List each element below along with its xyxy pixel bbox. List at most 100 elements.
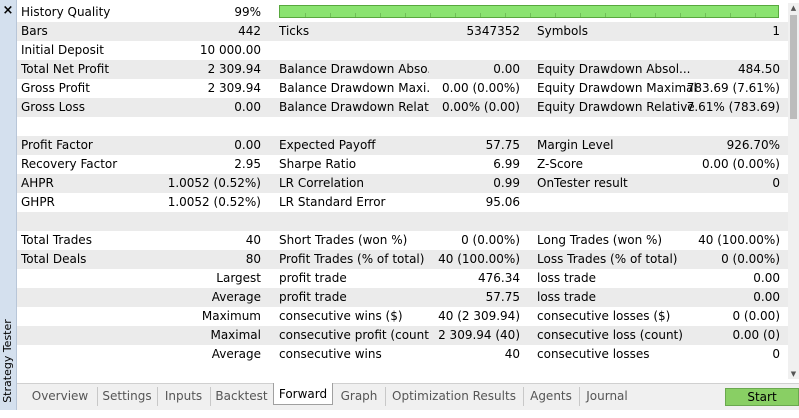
cell-value-2: 0.00 bbox=[493, 62, 520, 76]
tab-settings[interactable]: Settings bbox=[97, 387, 158, 406]
cell-value-3: 1 bbox=[772, 24, 780, 38]
panel-title: Strategy Tester bbox=[1, 319, 14, 403]
tab-bar: Overview Settings Inputs Backtest Forward Gra… bbox=[17, 383, 799, 410]
report-grid: History Quality 99% Bars 442 Ticks 5347352 S… bbox=[17, 3, 788, 364]
quality-bar-tick bbox=[680, 13, 681, 17]
cell-value-3: 0.00 bbox=[753, 271, 780, 285]
table-row: Maximum consecutive wins ($) 40 (2 309.94)… bbox=[17, 307, 788, 326]
cell-value-2: 95.06 bbox=[485, 195, 520, 209]
quality-bar-tick bbox=[530, 13, 531, 17]
table-row: Total Deals 80 Profit Trades (% of total) 4… bbox=[17, 250, 788, 269]
history-quality-fill bbox=[280, 6, 774, 17]
table-row: Bars 442 Ticks 5347352 Symbols 1 bbox=[17, 22, 788, 41]
cell-value-2: 57.75 bbox=[485, 138, 520, 152]
scroll-down-icon[interactable]: ▼ bbox=[788, 369, 799, 379]
cell-value-3: 484.50 bbox=[738, 62, 780, 76]
table-row: Profit Factor 0.00 Expected Payoff 57.75 Mar… bbox=[17, 136, 788, 155]
tab-overview[interactable]: Overview bbox=[23, 387, 98, 406]
cell-value-1: 40 bbox=[245, 233, 261, 247]
cell-value-3: 0.00 (0) bbox=[732, 328, 780, 342]
table-row: Average consecutive wins 40 consecutive los… bbox=[17, 345, 788, 364]
cell-value-1: Maximal bbox=[210, 328, 261, 342]
quality-bar-tick bbox=[505, 13, 506, 17]
close-icon[interactable]: × bbox=[0, 3, 16, 19]
cell-value-2: 57.75 bbox=[485, 290, 520, 304]
blank-row bbox=[17, 212, 788, 231]
cell-value-2: 0.00 (0.00%) bbox=[441, 81, 520, 95]
cell-value-2: 40 bbox=[504, 347, 520, 361]
cell-value-1: 2 309.94 bbox=[207, 62, 261, 76]
cell-value-3: 0.00 (0.00%) bbox=[701, 157, 780, 171]
tab-backtest[interactable]: Backtest bbox=[210, 387, 273, 406]
table-row: Recovery Factor 2.95 Sharpe Ratio 6.99 Z-Sco… bbox=[17, 155, 788, 174]
tab-forward[interactable]: Forward bbox=[273, 383, 333, 405]
table-row: Initial Deposit 10 000.00 bbox=[17, 41, 788, 60]
tab-optimization-results[interactable]: Optimization Results bbox=[385, 387, 524, 406]
cell-value-3: 7.61% (783.69) bbox=[686, 100, 780, 114]
quality-bar-tick bbox=[380, 13, 381, 17]
quality-bar-tick bbox=[555, 13, 556, 17]
cell-value-2: 6.99 bbox=[493, 157, 520, 171]
quality-bar-tick bbox=[330, 13, 331, 17]
cell-value-3: 0 bbox=[772, 176, 780, 190]
cell-value-2: 0 (0.00%) bbox=[461, 233, 520, 247]
cell-value-3 bbox=[657, 41, 780, 60]
history-quality-value: 99% bbox=[234, 5, 261, 19]
cell-value-1: 0.00 bbox=[234, 100, 261, 114]
cell-value-3: 0 bbox=[772, 347, 780, 361]
cell-value-2: 0.00% (0.00) bbox=[441, 100, 520, 114]
tab-inputs[interactable]: Inputs bbox=[157, 387, 211, 406]
tab-journal[interactable]: Journal bbox=[579, 387, 635, 406]
side-panel: × Strategy Tester bbox=[0, 0, 17, 410]
quality-bar-tick bbox=[430, 13, 431, 17]
cell-value-3: 0 (0.00%) bbox=[721, 252, 780, 266]
history-quality-row: History Quality 99% bbox=[17, 3, 788, 22]
cell-value-1: Maximum bbox=[201, 309, 261, 323]
history-quality-bar bbox=[279, 5, 779, 18]
quality-bar-tick bbox=[705, 13, 706, 17]
cell-value-2: 2 309.94 (40) bbox=[438, 328, 520, 342]
cell-value-2: 0.99 bbox=[493, 176, 520, 190]
cell-value-3: 0.00 bbox=[753, 290, 780, 304]
quality-bar-tick bbox=[455, 13, 456, 17]
quality-bar-tick bbox=[580, 13, 581, 17]
quality-bar-tick bbox=[605, 13, 606, 17]
table-row: Largest profit trade 476.34 loss trade 0.00 bbox=[17, 269, 788, 288]
cell-value-3: 783.69 (7.61%) bbox=[686, 81, 780, 95]
cell-value-1: 0.00 bbox=[234, 138, 261, 152]
tab-agents[interactable]: Agents bbox=[523, 387, 580, 406]
quality-bar-tick bbox=[730, 13, 731, 17]
start-button[interactable]: Start bbox=[725, 388, 799, 406]
cell-value-1: 80 bbox=[245, 252, 261, 266]
table-row: AHPR 1.0052 (0.52%) LR Correlation 0.99 OnTe… bbox=[17, 174, 788, 193]
table-row: Total Net Profit 2 309.94 Balance Drawdown… bbox=[17, 60, 788, 79]
cell-value-1: 10 000.00 bbox=[199, 43, 261, 57]
cell-value-3 bbox=[657, 193, 780, 212]
blank-row bbox=[17, 117, 788, 136]
cell-value-1: Largest bbox=[216, 271, 261, 285]
cell-value-3: 0 (0.00) bbox=[732, 309, 780, 323]
quality-bar-tick bbox=[355, 13, 356, 17]
quality-bar-tick bbox=[405, 13, 406, 17]
cell-value-2: 40 (2 309.94) bbox=[438, 309, 520, 323]
tab-graph[interactable]: Graph bbox=[333, 387, 386, 406]
cell-value-3: 926.70% bbox=[726, 138, 780, 152]
report-rows: Bars 442 Ticks 5347352 Symbols 1 Initial Depos… bbox=[17, 22, 788, 364]
table-row: Maximal consecutive profit (count) 2 309.9… bbox=[17, 326, 788, 345]
quality-bar-tick bbox=[655, 13, 656, 17]
quality-bar-tick bbox=[305, 13, 306, 17]
vertical-scrollbar[interactable]: ▲ ▼ bbox=[788, 3, 799, 379]
cell-value-3: 40 (100.00%) bbox=[698, 233, 780, 247]
quality-bar-tick bbox=[755, 13, 756, 17]
cell-value-1: Average bbox=[211, 290, 261, 304]
scrollbar-thumb[interactable] bbox=[790, 15, 797, 119]
table-row: Gross Loss 0.00 Balance Drawdown Relat... 0… bbox=[17, 98, 788, 117]
cell-value-1: Average bbox=[211, 347, 261, 361]
cell-value-1: 1.0052 (0.52%) bbox=[167, 176, 261, 190]
table-row: Gross Profit 2 309.94 Balance Drawdown Max… bbox=[17, 79, 788, 98]
table-row: GHPR 1.0052 (0.52%) LR Standard Error 95.06 bbox=[17, 193, 788, 212]
cell-value-1: 442 bbox=[238, 24, 261, 38]
scroll-up-icon[interactable]: ▲ bbox=[788, 3, 799, 13]
cell-value-2: 5347352 bbox=[466, 24, 520, 38]
quality-bar-tick bbox=[630, 13, 631, 17]
